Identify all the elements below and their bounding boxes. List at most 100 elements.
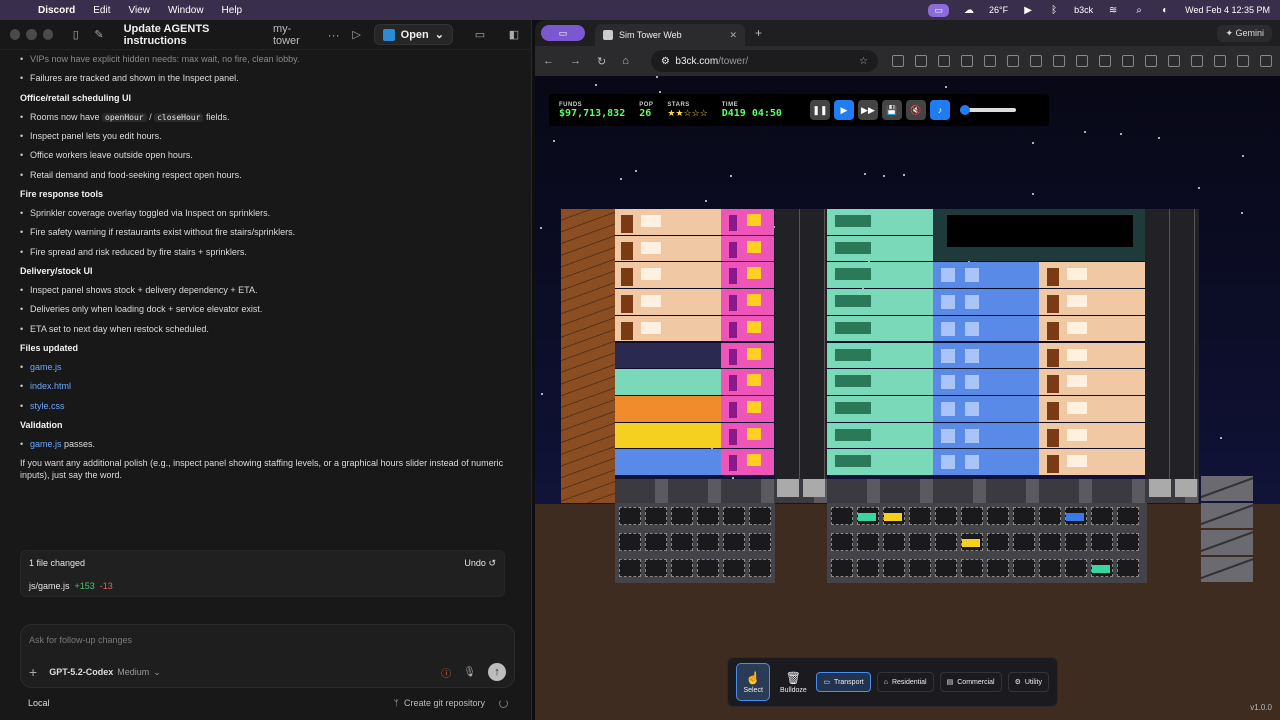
parking-space[interactable] xyxy=(697,507,719,525)
followup-input[interactable]: Ask for follow-up changes xyxy=(29,635,132,645)
play-button[interactable]: ▶ xyxy=(833,100,854,120)
door-icon[interactable] xyxy=(621,215,633,233)
car-icon[interactable] xyxy=(1092,565,1110,573)
extension-icon[interactable] xyxy=(984,55,996,67)
window-icon[interactable] xyxy=(641,215,661,227)
lobby-tile[interactable] xyxy=(1149,479,1171,497)
parking-space[interactable] xyxy=(909,533,931,551)
parking-space[interactable] xyxy=(857,533,879,551)
loading-dock[interactable] xyxy=(1201,530,1253,555)
window-icon[interactable] xyxy=(747,374,761,387)
parking-space[interactable] xyxy=(619,533,641,551)
pause-button[interactable]: ❚❚ xyxy=(809,100,830,120)
door-icon[interactable] xyxy=(1047,428,1059,447)
door-icon[interactable] xyxy=(621,295,633,314)
office-unit[interactable] xyxy=(615,369,721,395)
home-icon[interactable]: ⌂ xyxy=(622,55,629,67)
parking-space[interactable] xyxy=(749,507,771,525)
extension-icon[interactable] xyxy=(1237,55,1249,67)
window-icon[interactable] xyxy=(1067,295,1087,308)
volume-slider[interactable] xyxy=(959,105,1016,115)
parking-space[interactable] xyxy=(671,559,693,577)
extension-icon[interactable] xyxy=(892,55,904,67)
model-selector[interactable]: GPT-5.2-Codex xyxy=(49,667,113,677)
lobby-floor[interactable] xyxy=(615,479,1199,503)
desk-icon[interactable] xyxy=(835,348,871,361)
weather-label[interactable]: 26°F xyxy=(989,5,1008,15)
desk-icon[interactable] xyxy=(835,268,871,281)
file-link[interactable]: style.css xyxy=(20,401,511,413)
terminal-icon[interactable]: ▭ xyxy=(473,28,487,42)
parking-space[interactable] xyxy=(1117,533,1139,551)
loading-dock[interactable] xyxy=(1201,557,1253,582)
window-icon[interactable] xyxy=(747,267,761,280)
parking-space[interactable] xyxy=(883,559,905,577)
window-icon[interactable] xyxy=(641,241,661,254)
window-icon[interactable] xyxy=(965,375,979,390)
extension-icon[interactable] xyxy=(961,55,973,67)
parking-space[interactable] xyxy=(723,533,745,551)
desk-icon[interactable] xyxy=(835,375,871,388)
door-icon[interactable] xyxy=(1047,268,1059,287)
parking-space[interactable] xyxy=(1065,559,1087,577)
door-icon[interactable] xyxy=(1047,295,1059,314)
window-icon[interactable] xyxy=(941,348,955,363)
elevator-shaft[interactable] xyxy=(775,209,827,503)
category-transport[interactable]: ▭ Transport xyxy=(816,672,871,692)
fast-food-unit[interactable] xyxy=(615,422,721,449)
fast-forward-button[interactable]: ▶▶ xyxy=(857,100,878,120)
minimize-window-button[interactable] xyxy=(26,29,37,40)
parking-space[interactable] xyxy=(671,507,693,525)
parking-space[interactable] xyxy=(987,533,1009,551)
extension-icon[interactable] xyxy=(915,55,927,67)
extension-icon[interactable] xyxy=(1191,55,1203,67)
parking-space[interactable] xyxy=(883,533,905,551)
parking-space[interactable] xyxy=(831,507,853,525)
window-icon[interactable] xyxy=(941,428,955,443)
parking-space[interactable] xyxy=(697,559,719,577)
effort-label[interactable]: Medium xyxy=(117,667,149,677)
menu-edit[interactable]: Edit xyxy=(93,5,110,16)
parking-space[interactable] xyxy=(935,533,957,551)
door-icon[interactable] xyxy=(729,268,737,285)
door-icon[interactable] xyxy=(1047,375,1059,394)
parking-space[interactable] xyxy=(645,533,667,551)
car-icon[interactable] xyxy=(884,513,902,521)
save-button[interactable]: 💾 xyxy=(881,100,902,120)
door-icon[interactable] xyxy=(729,295,737,312)
window-icon[interactable] xyxy=(941,295,955,310)
parking-space[interactable] xyxy=(619,507,641,525)
tab-group-icon[interactable]: ▭ xyxy=(541,25,585,41)
desk-icon[interactable] xyxy=(835,401,871,414)
microphone-icon[interactable]: 🎙 xyxy=(463,667,476,678)
site-info-icon[interactable]: ⚙ xyxy=(661,56,670,67)
parking-space[interactable] xyxy=(1039,533,1061,551)
parking-space[interactable] xyxy=(1091,533,1113,551)
parking-space[interactable] xyxy=(831,533,853,551)
menu-app-name[interactable]: Discord xyxy=(38,5,75,16)
parking-space[interactable] xyxy=(961,559,983,577)
parking-space[interactable] xyxy=(1013,507,1035,525)
run-icon[interactable]: ▷ xyxy=(350,28,364,42)
gemini-button[interactable]: ✦ Gemini xyxy=(1217,24,1272,42)
extension-icon[interactable] xyxy=(1076,55,1088,67)
parking-space[interactable] xyxy=(697,533,719,551)
datetime-label[interactable]: Wed Feb 4 12:35 PM xyxy=(1185,5,1270,15)
window-icon[interactable] xyxy=(747,427,761,440)
category-residential[interactable]: ⌂ Residential xyxy=(876,672,934,692)
music-button[interactable]: ♪ xyxy=(929,100,950,120)
sidebar-toggle-icon[interactable]: ▯ xyxy=(69,28,82,42)
tab-sim-tower[interactable]: Sim Tower Web ✕ xyxy=(595,24,745,46)
location-selector[interactable]: Local xyxy=(28,698,50,708)
undo-button[interactable]: Undo ↺ xyxy=(464,558,496,569)
create-git-repo-button[interactable]: ᛘ Create git repository xyxy=(394,698,485,708)
file-link[interactable]: game.js xyxy=(30,439,62,449)
chevron-down-icon[interactable]: ⌄ xyxy=(153,667,161,678)
desk-icon[interactable] xyxy=(835,321,871,334)
parking-space[interactable] xyxy=(1039,507,1061,525)
extension-icon[interactable] xyxy=(1214,55,1226,67)
car-icon[interactable] xyxy=(1066,513,1084,521)
parking-space[interactable] xyxy=(857,559,879,577)
window-icon[interactable] xyxy=(965,455,979,470)
desk-icon[interactable] xyxy=(835,428,871,441)
